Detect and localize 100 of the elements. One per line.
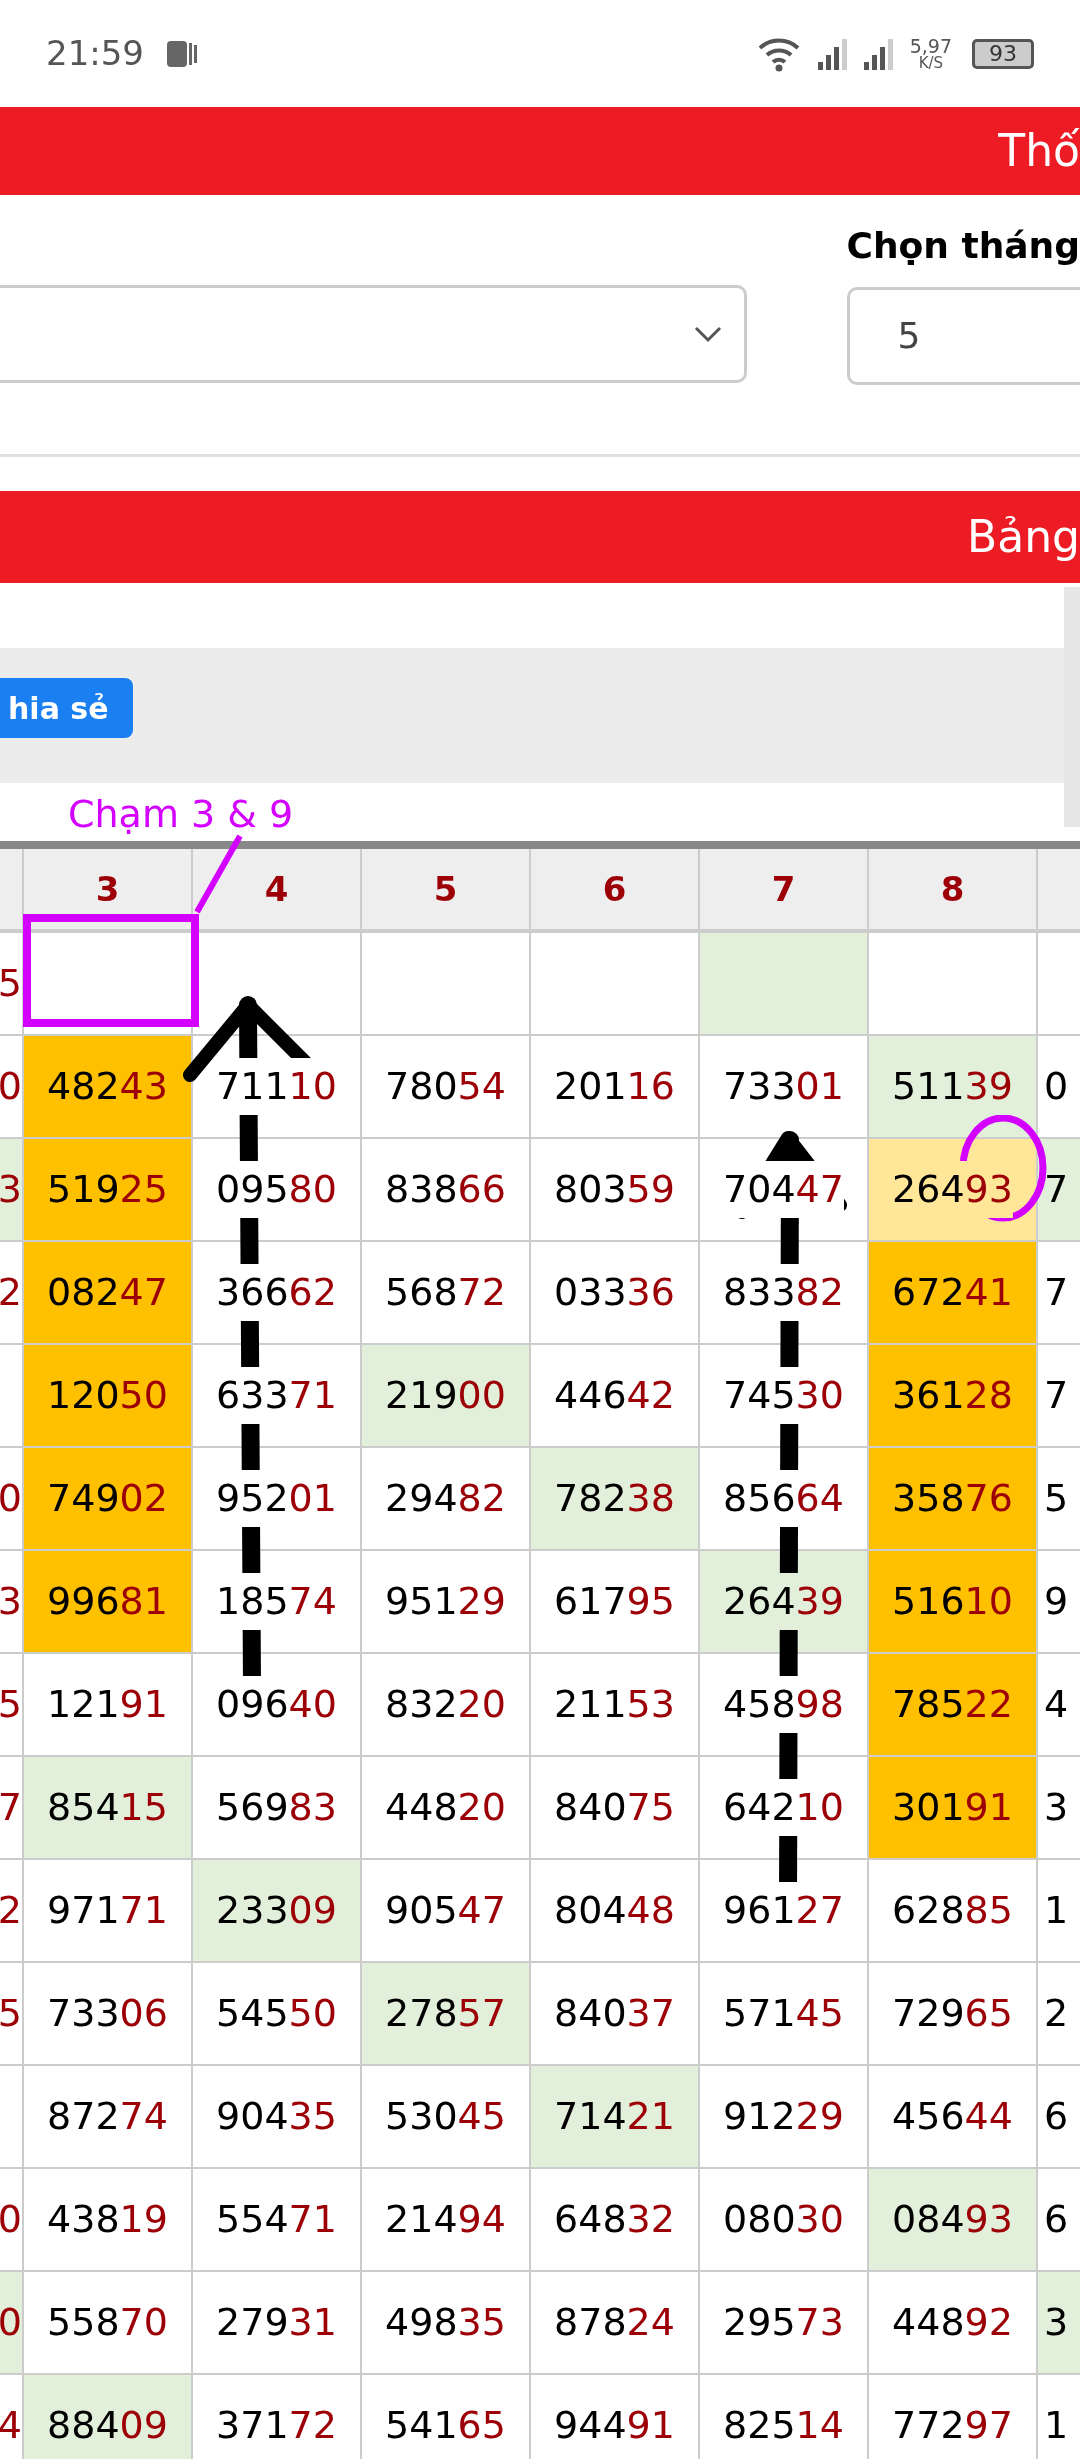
table-cell: 0 — [0, 2169, 24, 2272]
table-cell: 2 — [0, 1242, 24, 1345]
table-cell: 0 — [0, 1036, 24, 1139]
table-cell: 21494 — [362, 2169, 531, 2272]
table-cell: 78522 — [869, 1654, 1038, 1757]
share-button[interactable]: hia sẻ — [0, 678, 133, 738]
select-field[interactable] — [0, 285, 747, 383]
table-cell: 4 — [0, 2375, 24, 2459]
table-cell: 5 — [0, 933, 24, 1036]
table-cell: 95129 — [362, 1551, 531, 1654]
table-cell: 74530 — [700, 1345, 869, 1448]
table-cell: 56872 — [362, 1242, 531, 1345]
table-cell: 84037 — [531, 1963, 700, 2066]
network-speed-unit: K/S — [918, 55, 944, 71]
table-cell: 18574 — [193, 1551, 362, 1654]
table-cell: 64210 — [700, 1757, 869, 1860]
table-cell: 3 — [0, 1551, 24, 1654]
table-cell: 12191 — [24, 1654, 193, 1757]
table-cell: 96127 — [700, 1860, 869, 1963]
table-cell: 36128 — [869, 1345, 1038, 1448]
table-cell: 90435 — [193, 2066, 362, 2169]
table-cell: 74902 — [24, 1448, 193, 1551]
table-cell: 08493 — [869, 2169, 1038, 2272]
table-cell: 62885 — [869, 1860, 1038, 1963]
table-cell: 3 — [0, 1139, 24, 1242]
table-cell: 35876 — [869, 1448, 1038, 1551]
table-cell: 53045 — [362, 2066, 531, 2169]
table-cell: 3 — [1038, 2272, 1080, 2375]
table-cell: 90547 — [362, 1860, 531, 1963]
table-cell: 95201 — [193, 1448, 362, 1551]
table-cell: 88409 — [24, 2375, 193, 2459]
table-cell: 7 — [1038, 1139, 1080, 1242]
table-cell: 80448 — [531, 1860, 700, 1963]
table-cell: 5 — [0, 1654, 24, 1757]
table-cell: 26439 — [700, 1551, 869, 1654]
network-speed: 5,97 — [909, 36, 952, 56]
table-cell: 2 — [0, 1860, 24, 1963]
month-input[interactable]: 5 — [846, 287, 1080, 385]
table-cell: 5 — [0, 1963, 24, 2066]
table-cell: 27931 — [193, 2272, 362, 2375]
table-cell: 23309 — [193, 1860, 362, 1963]
table-cell: 85415 — [24, 1757, 193, 1860]
table-cell: 91229 — [700, 2066, 869, 2169]
table-cell: 57145 — [700, 1963, 869, 2066]
table-cell: 55870 — [24, 2272, 193, 2375]
table-cell: 29482 — [362, 1448, 531, 1551]
table-cell: 29573 — [700, 2272, 869, 2375]
table-cell: 08247 — [24, 1242, 193, 1345]
table-cell: 27857 — [362, 1963, 531, 2066]
table-cell: 83866 — [362, 1139, 531, 1242]
table-cell: 21900 — [362, 1345, 531, 1448]
table-cell: 67241 — [869, 1242, 1038, 1345]
table-cell: 45898 — [700, 1654, 869, 1757]
table-cell: 26493 — [869, 1139, 1038, 1242]
status-time: 21:59 — [46, 32, 144, 75]
chevron-down-icon — [693, 325, 722, 343]
table-cell: 70447 — [700, 1139, 869, 1242]
table-cell: 54550 — [193, 1963, 362, 2066]
page-header-title: Thố — [998, 124, 1080, 178]
table-cell: 99681 — [24, 1551, 193, 1654]
table-cell: 36662 — [193, 1242, 362, 1345]
table-cell: 71421 — [531, 2066, 700, 2169]
table-cell: 43819 — [24, 2169, 193, 2272]
table-cell: 20116 — [531, 1036, 700, 1139]
table-cell: 49835 — [362, 2272, 531, 2375]
table-cell: 03336 — [531, 1242, 700, 1345]
table-cell: 78054 — [362, 1036, 531, 1139]
table-cell: 55471 — [193, 2169, 362, 2272]
month-label: Chọn tháng — [846, 225, 1080, 267]
table-cell: 85664 — [700, 1448, 869, 1551]
table-header-title: Bảng — [967, 510, 1080, 564]
table-cell: 45644 — [869, 2066, 1038, 2169]
table-cell: 7 — [0, 1757, 24, 1860]
table-cell: 21153 — [531, 1654, 700, 1757]
table-cell: 48243 — [24, 1036, 193, 1139]
table-cell: 30191 — [869, 1757, 1038, 1860]
table-cell: 80359 — [531, 1139, 700, 1242]
table-cell: 97171 — [24, 1860, 193, 1963]
column-header: 8 — [869, 849, 1038, 933]
table-cell: 78238 — [531, 1448, 700, 1551]
table-cell: 44642 — [531, 1345, 700, 1448]
table-cell: 83382 — [700, 1242, 869, 1345]
table-cell: 12050 — [24, 1345, 193, 1448]
table-cell: 51925 — [24, 1139, 193, 1242]
table-cell: 87824 — [531, 2272, 700, 2375]
table-cell: 84075 — [531, 1757, 700, 1860]
table-cell: 61795 — [531, 1551, 700, 1654]
column-header: 4 — [193, 849, 362, 933]
column-header: 6 — [531, 849, 700, 933]
table-cell: 44820 — [362, 1757, 531, 1860]
table-cell: 0 — [0, 1448, 24, 1551]
column-header: 3 — [24, 849, 193, 933]
table-cell: 56983 — [193, 1757, 362, 1860]
table-cell: 09640 — [193, 1654, 362, 1757]
table-cell: 51610 — [869, 1551, 1038, 1654]
battery-indicator: 93 — [972, 38, 1034, 69]
column-header: 5 — [362, 849, 531, 933]
column-header: 7 — [700, 849, 869, 933]
table-cell: 44892 — [869, 2272, 1038, 2375]
table-cell: 08030 — [700, 2169, 869, 2272]
